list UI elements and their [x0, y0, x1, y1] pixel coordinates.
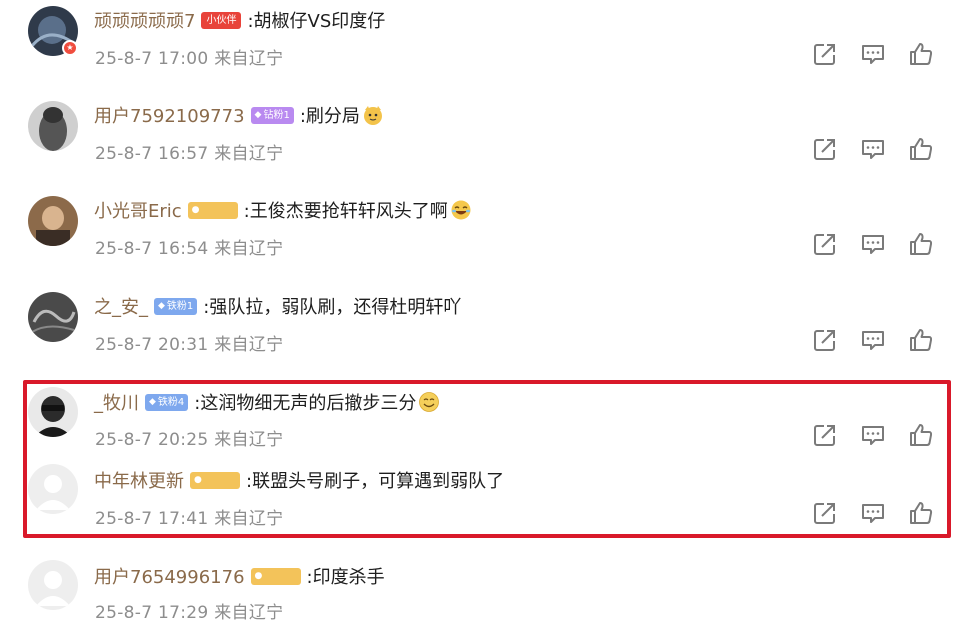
avatar[interactable] [28, 464, 78, 514]
action-bar [812, 500, 934, 526]
share-icon[interactable] [812, 41, 838, 67]
location: 来自辽宁 [214, 509, 284, 529]
name-row: 用户7592109773 ◆ 钻粉1 :刷分局 [94, 101, 384, 129]
avatar[interactable] [28, 292, 78, 342]
thumbs-up-icon[interactable] [908, 422, 934, 448]
username[interactable]: 中年林更新 [94, 467, 184, 493]
timestamp: 25-8-7 16:57 [95, 144, 209, 164]
fan-badge: ◆ 铁粉1 [154, 297, 198, 315]
comment-text: :联盟头号刷子，可算遇到弱队了 [246, 471, 505, 492]
laughing-emoji-icon [450, 199, 472, 221]
share-icon[interactable] [812, 500, 838, 526]
timestamp: 25-8-7 17:29 [95, 603, 209, 623]
timestamp: 25-8-7 20:25 [95, 430, 209, 450]
timestamp: 25-8-7 17:00 [95, 49, 209, 69]
comment-meta: 25-8-7 16:54 来自辽宁 [95, 234, 283, 259]
action-bar [812, 327, 934, 353]
share-icon[interactable] [812, 136, 838, 162]
comment-icon[interactable] [860, 327, 886, 353]
comment-meta: 25-8-7 17:29 来自辽宁 [95, 598, 283, 623]
location: 来自辽宁 [214, 335, 284, 355]
comment-icon[interactable] [860, 41, 886, 67]
medal-icon: ● [254, 570, 263, 581]
thumbs-up-icon[interactable] [908, 136, 934, 162]
username[interactable]: 之_安_ [94, 293, 148, 319]
share-icon[interactable] [812, 422, 838, 448]
comment-meta: 25-8-7 17:00 来自辽宁 [95, 44, 283, 69]
comment-text: :胡椒仔VS印度仔 [247, 11, 386, 32]
fan-badge: ◆ 钻粉1 [250, 106, 294, 124]
name-row: 中年林更新 ● :联盟头号刷子，可算遇到弱队了 [94, 466, 504, 494]
username[interactable]: 顽顽顽顽顽7 [94, 7, 195, 33]
timestamp: 25-8-7 17:41 [95, 509, 209, 529]
comment-meta: 25-8-7 16:57 来自辽宁 [95, 139, 283, 164]
location: 来自辽宁 [214, 603, 284, 623]
comment-text: :强队拉，弱队刷，还得杜明轩吖 [203, 297, 462, 318]
comment-text: :王俊杰要抢轩轩风头了啊 [243, 201, 448, 222]
location: 来自辽宁 [214, 49, 284, 69]
comment-text: :印度杀手 [306, 567, 385, 588]
comment-meta: 25-8-7 20:31 来自辽宁 [95, 330, 283, 355]
fan-badge: ● [190, 471, 240, 489]
thumbs-up-icon[interactable] [908, 500, 934, 526]
smile-emoji-icon [418, 391, 440, 413]
verified-icon: ★ [62, 40, 78, 56]
location: 来自辽宁 [214, 239, 284, 259]
diamond-icon: ◆ [158, 300, 165, 311]
location: 来自辽宁 [214, 430, 284, 450]
share-icon[interactable] [812, 327, 838, 353]
share-icon[interactable] [812, 231, 838, 257]
cat-face-emoji-icon [362, 104, 384, 126]
fan-badge: ● [187, 201, 238, 219]
avatar[interactable] [28, 196, 78, 246]
username[interactable]: 小光哥Eric [94, 197, 182, 223]
action-bar [812, 422, 934, 448]
name-row: _牧川 ◆ 铁粉4 :这润物细无声的后撤步三分 [94, 388, 440, 416]
comment-meta: 25-8-7 17:41 来自辽宁 [95, 504, 283, 529]
action-bar [812, 136, 934, 162]
username[interactable]: 用户7654996176 [94, 563, 245, 589]
timestamp: 25-8-7 20:31 [95, 335, 209, 355]
name-row: 之_安_ ◆ 铁粉1 :强队拉，弱队刷，还得杜明轩吖 [94, 292, 461, 320]
name-row: 顽顽顽顽顽7 小伙伴 :胡椒仔VS印度仔 [94, 6, 385, 34]
comment-meta: 25-8-7 20:25 来自辽宁 [95, 425, 283, 450]
location: 来自辽宁 [214, 144, 284, 164]
comment-icon[interactable] [860, 422, 886, 448]
comment-icon[interactable] [860, 231, 886, 257]
badge-label: 钻粉1 [263, 109, 290, 121]
medal-icon: ● [191, 204, 200, 215]
diamond-icon: ◆ [149, 396, 156, 407]
action-bar [812, 231, 934, 257]
medal-icon: ● [194, 474, 202, 485]
name-row: 用户7654996176 ● :印度杀手 [94, 562, 385, 590]
comment-text: :刷分局 [299, 106, 360, 127]
fan-badge: ● [250, 567, 301, 585]
thumbs-up-icon[interactable] [908, 327, 934, 353]
comment-text: :这润物细无声的后撤步三分 [194, 393, 417, 414]
username[interactable]: _牧川 [94, 389, 139, 415]
badge-label: 铁粉1 [166, 300, 194, 312]
avatar[interactable] [28, 560, 78, 610]
name-row: 小光哥Eric ● :王俊杰要抢轩轩风头了啊 [94, 196, 472, 224]
avatar[interactable] [28, 387, 78, 437]
timestamp: 25-8-7 16:54 [95, 239, 209, 259]
fan-badge: 小伙伴 [201, 11, 242, 29]
comment-icon[interactable] [860, 136, 886, 162]
thumbs-up-icon[interactable] [908, 41, 934, 67]
badge-label: 铁粉4 [157, 396, 185, 408]
action-bar [812, 41, 934, 67]
thumbs-up-icon[interactable] [908, 231, 934, 257]
diamond-icon: ◆ [254, 109, 262, 120]
fan-badge: ◆ 铁粉4 [145, 393, 189, 411]
username[interactable]: 用户7592109773 [94, 102, 245, 128]
comment-icon[interactable] [860, 500, 886, 526]
avatar[interactable] [28, 101, 78, 151]
